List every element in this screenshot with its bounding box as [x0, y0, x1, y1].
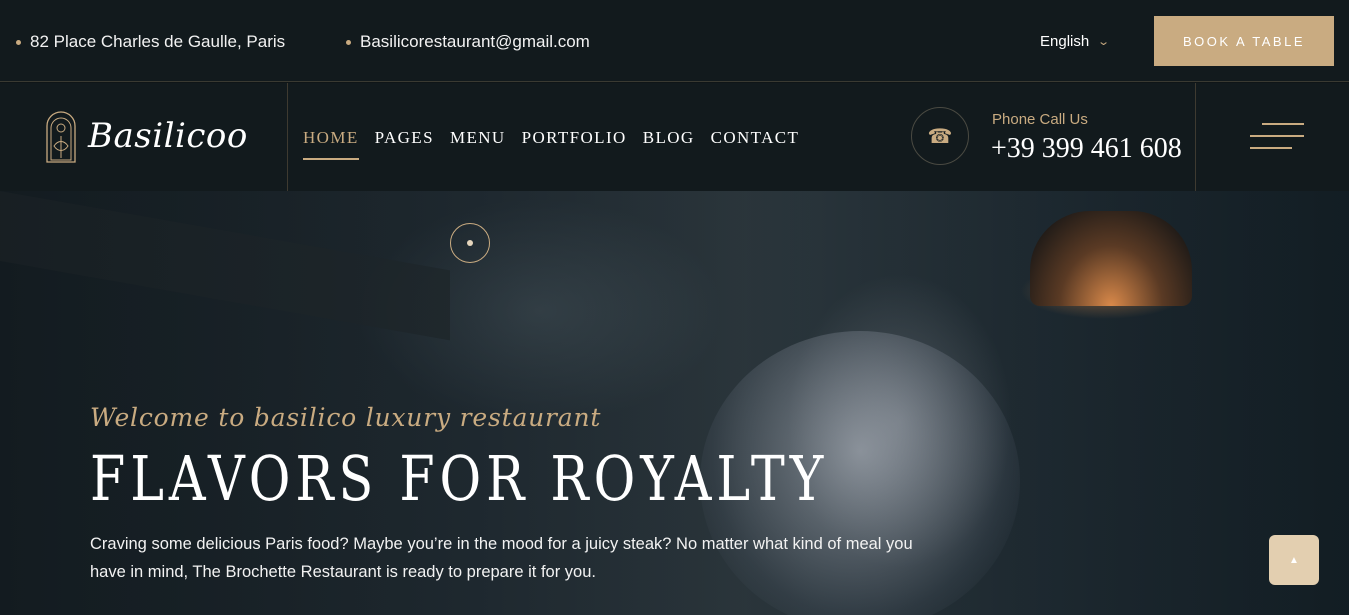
chevron-down-icon: ⌄ — [1097, 36, 1111, 48]
nav-contact[interactable]: CONTACT — [711, 128, 800, 160]
hamburger-line — [1250, 135, 1304, 137]
main-menu: HOME PAGES MENU PORTFOLIO BLOG CONTACT — [303, 128, 799, 160]
bullet-icon — [16, 39, 21, 45]
divider — [287, 83, 288, 191]
bullet-icon — [346, 39, 351, 45]
slider-indicator[interactable] — [450, 223, 490, 263]
address-text: 82 Place Charles de Gaulle, Paris — [30, 32, 286, 51]
hamburger-line — [1250, 147, 1292, 149]
logo-text: Basilicoo — [88, 116, 248, 156]
email-info[interactable]: Basilicorestaurant@gmail.com — [346, 32, 590, 52]
nav-menu[interactable]: MENU — [450, 128, 506, 160]
book-table-button[interactable]: BOOK A TABLE — [1154, 16, 1334, 66]
language-label: English — [1040, 33, 1090, 50]
hero-section: Welcome to basilico luxury restaurant FL… — [0, 191, 1349, 615]
hero-description: Craving some delicious Paris food? Maybe… — [90, 535, 913, 581]
divider — [1195, 83, 1196, 191]
nav-pages[interactable]: PAGES — [375, 128, 434, 160]
hero-content: Welcome to basilico luxury restaurant FL… — [90, 403, 990, 586]
hero-subtitle: Welcome to basilico luxury restaurant — [90, 403, 602, 432]
kitchen-hood-image — [0, 191, 450, 341]
hamburger-line — [1262, 123, 1304, 125]
email-text[interactable]: Basilicorestaurant@gmail.com — [360, 32, 590, 52]
hero-title: FLAVORS FOR ROYALTY — [90, 442, 829, 515]
nav-blog[interactable]: BLOG — [643, 128, 695, 160]
hamburger-icon[interactable] — [1250, 121, 1304, 151]
arrow-up-icon: ▲ — [1289, 554, 1299, 566]
language-selector[interactable]: English ⌄ — [1040, 33, 1111, 50]
phone-label: Phone Call Us — [992, 111, 1088, 128]
address-info: 82 Place Charles de Gaulle, Paris — [16, 32, 285, 52]
main-navbar: Basilicoo HOME PAGES MENU PORTFOLIO BLOG… — [0, 83, 1349, 191]
nav-home[interactable]: HOME — [303, 128, 359, 160]
scroll-to-top-button[interactable]: ▲ — [1269, 535, 1319, 585]
top-bar: 82 Place Charles de Gaulle, Paris Basili… — [0, 0, 1349, 82]
lamp-image — [1030, 211, 1192, 306]
nav-portfolio[interactable]: PORTFOLIO — [522, 128, 627, 160]
logo[interactable]: Basilicoo — [44, 106, 248, 166]
phone-icon[interactable]: ☎ — [911, 107, 969, 165]
logo-emblem-icon — [46, 111, 76, 163]
phone-number[interactable]: +39 399 461 608 — [991, 133, 1182, 165]
